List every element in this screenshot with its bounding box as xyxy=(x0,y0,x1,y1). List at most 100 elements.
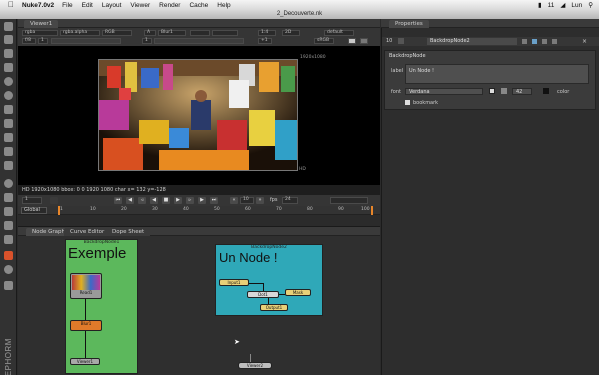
gamma-field[interactable]: 1 xyxy=(142,38,152,44)
play-backward-icon[interactable]: ◀ xyxy=(150,197,158,204)
label-textarea[interactable]: Un Node ! xyxy=(405,64,589,84)
roi-dropdown[interactable]: sRGB xyxy=(314,38,334,44)
menu-file[interactable]: File xyxy=(62,2,72,9)
pane-divider[interactable] xyxy=(18,216,380,227)
skip-back-icon[interactable]: « xyxy=(230,197,238,204)
keyer-tool-icon[interactable] xyxy=(4,105,13,114)
view-mode-dropdown[interactable]: 2D xyxy=(282,30,300,36)
viewer-canvas[interactable]: 1920x1080 HD xyxy=(18,46,380,185)
alpha-dropdown[interactable]: rgba.alpha xyxy=(60,30,100,36)
float-panel-icon[interactable] xyxy=(552,39,557,44)
transform-tool-icon[interactable] xyxy=(4,133,13,142)
metadata-tool-icon[interactable] xyxy=(4,179,13,188)
tab-properties[interactable]: Properties xyxy=(389,20,429,28)
color-swatch-icon[interactable] xyxy=(532,39,537,44)
nuke-logo-icon[interactable] xyxy=(4,251,13,260)
furnace-tool-icon[interactable] xyxy=(4,235,13,244)
gain-slider[interactable] xyxy=(51,38,121,44)
center-node-icon[interactable] xyxy=(522,39,527,44)
3d-tool-icon[interactable] xyxy=(4,147,13,156)
menu-edit[interactable]: Edit xyxy=(82,2,93,9)
viewer1-node[interactable]: Viewer1 xyxy=(70,358,100,365)
help-icon[interactable] xyxy=(542,39,547,44)
close-icon[interactable]: × xyxy=(582,38,587,45)
step-forward-icon[interactable]: ▹ xyxy=(186,197,194,204)
blur-node[interactable]: Blur1 xyxy=(70,320,102,331)
step-back-icon[interactable]: ◃ xyxy=(138,197,146,204)
skip-forward-icon[interactable]: » xyxy=(256,197,264,204)
menu-viewer[interactable]: Viewer xyxy=(130,2,150,9)
first-frame-icon[interactable]: ⏮ xyxy=(114,197,122,204)
read-node[interactable]: Read1 xyxy=(70,273,102,299)
views-tool-icon[interactable] xyxy=(4,161,13,170)
menu-layout[interactable]: Layout xyxy=(102,2,122,9)
font-size-field[interactable]: 42 xyxy=(512,88,532,95)
menu-render[interactable]: Render xyxy=(159,2,180,9)
plugin-tool-icon[interactable] xyxy=(4,265,13,274)
battery-icon[interactable]: ▮ xyxy=(538,1,542,9)
viewer2-node[interactable]: Viewer2 xyxy=(238,362,272,369)
roi-button[interactable] xyxy=(360,38,368,44)
time-tool-icon[interactable] xyxy=(4,49,13,58)
particles-tool-icon[interactable] xyxy=(4,193,13,202)
input-a-node-dropdown[interactable]: Blur1 xyxy=(158,30,186,36)
italic-toggle[interactable] xyxy=(501,88,507,94)
tab-viewer1[interactable]: Viewer1 xyxy=(24,20,59,28)
tab-curve-editor[interactable]: Curve Editor xyxy=(64,228,111,236)
zoom-field[interactable]: +1 xyxy=(258,38,272,44)
colorspace-dropdown[interactable]: RGB xyxy=(102,30,132,36)
menu-cache[interactable]: Cache xyxy=(189,2,208,9)
fstop-field[interactable]: f/8 xyxy=(22,38,36,44)
current-frame-field[interactable]: 1 xyxy=(22,197,42,204)
nodegraph-canvas[interactable]: BackdropNode1 Exemple Read1 Blur1 Viewer… xyxy=(18,236,380,375)
mask-node[interactable]: Mask xyxy=(285,289,311,296)
frame-rate-field[interactable]: 1 xyxy=(38,38,48,44)
fps-field[interactable]: 24 xyxy=(282,197,298,204)
next-keyframe-icon[interactable]: ▶ xyxy=(198,197,206,204)
gamma-slider[interactable] xyxy=(154,38,244,44)
filter-tool-icon[interactable] xyxy=(4,91,13,100)
draw-tool-icon[interactable] xyxy=(4,35,13,44)
prev-keyframe-icon[interactable]: ◀ xyxy=(126,197,134,204)
clock[interactable]: Lun xyxy=(571,2,582,9)
channel-tool-icon[interactable] xyxy=(4,63,13,72)
apple-icon[interactable]:  xyxy=(8,1,16,9)
wifi-icon[interactable]: ◢ xyxy=(560,1,565,9)
timeline-end-field[interactable] xyxy=(330,197,368,204)
max-panels-field[interactable]: 10 xyxy=(386,38,392,44)
playhead-end[interactable] xyxy=(371,206,373,215)
stop-icon[interactable]: ■ xyxy=(162,197,170,204)
bold-toggle[interactable] xyxy=(489,88,495,94)
input-a-dropdown[interactable]: A xyxy=(144,30,156,36)
last-frame-icon[interactable]: ⏭ xyxy=(210,197,218,204)
menu-help[interactable]: Help xyxy=(217,2,230,9)
increment-field[interactable]: 10 xyxy=(240,197,254,204)
merge-tool-icon[interactable] xyxy=(4,119,13,128)
play-forward-icon[interactable]: ▶ xyxy=(174,197,182,204)
font-dropdown[interactable]: Verdana xyxy=(405,88,483,95)
tab-dope-sheet[interactable]: Dope Sheet xyxy=(106,228,151,236)
global-scope-dropdown[interactable]: Global xyxy=(21,207,47,214)
output-node[interactable]: Output1 xyxy=(260,304,288,311)
timeline-range-icon[interactable] xyxy=(50,197,58,204)
proxy-dropdown[interactable]: 1:4 xyxy=(258,30,276,36)
input-node[interactable]: Input1 xyxy=(219,279,249,286)
spotlight-icon[interactable]: ⚲ xyxy=(588,1,593,9)
channels-dropdown[interactable]: rgba xyxy=(22,30,58,36)
lut-dropdown[interactable]: default xyxy=(324,30,354,36)
menu-app-name[interactable]: Nuke7.0v2 xyxy=(22,2,54,9)
clip-warning-button[interactable] xyxy=(348,38,356,44)
input-b-dropdown[interactable] xyxy=(212,30,238,36)
dot-node[interactable]: Dot1 xyxy=(247,291,279,298)
image-tool-icon[interactable] xyxy=(4,22,13,31)
font-color-swatch[interactable] xyxy=(543,88,549,94)
color-tool-icon[interactable] xyxy=(4,77,13,86)
timeline-ruler[interactable]: Global 1 10 20 30 40 50 60 70 80 90 100 xyxy=(18,206,380,215)
toolsets-tool-icon[interactable] xyxy=(4,207,13,216)
lock-icon[interactable] xyxy=(398,38,404,44)
bookmark-checkbox[interactable] xyxy=(405,100,410,105)
other-tool-icon[interactable] xyxy=(4,221,13,230)
backdrop-node-1[interactable]: BackdropNode1 Exemple xyxy=(65,239,138,374)
node-name-field[interactable]: BackdropNode2 xyxy=(427,38,517,45)
wipe-dropdown[interactable] xyxy=(190,30,210,36)
